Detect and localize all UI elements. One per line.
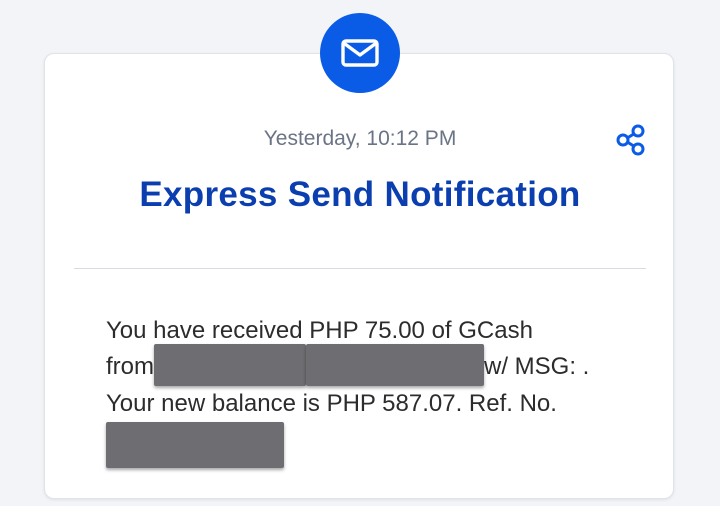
- message-msg-label: w/ MSG: .: [484, 353, 590, 380]
- message-line-4: [106, 421, 666, 468]
- envelope-glyph: [341, 39, 379, 67]
- message-line-2: from w/ MSG: .: [106, 343, 666, 386]
- redacted-sender-number: [306, 343, 484, 386]
- share-icon[interactable]: [614, 124, 646, 156]
- notification-timestamp: Yesterday, 10:12 PM: [263, 127, 457, 150]
- notification-title: Express Send Notification: [139, 175, 581, 214]
- message-line-3: Your new balance is PHP 587.07. Ref. No.: [106, 389, 557, 417]
- redacted-sender-name: [154, 343, 306, 386]
- envelope-icon: [320, 13, 400, 93]
- message-from-label: from: [106, 353, 154, 380]
- redacted-reference-number: [106, 421, 284, 468]
- divider: [74, 268, 646, 269]
- notification-message: You have received PHP 75.00 of GCash fro…: [106, 313, 666, 468]
